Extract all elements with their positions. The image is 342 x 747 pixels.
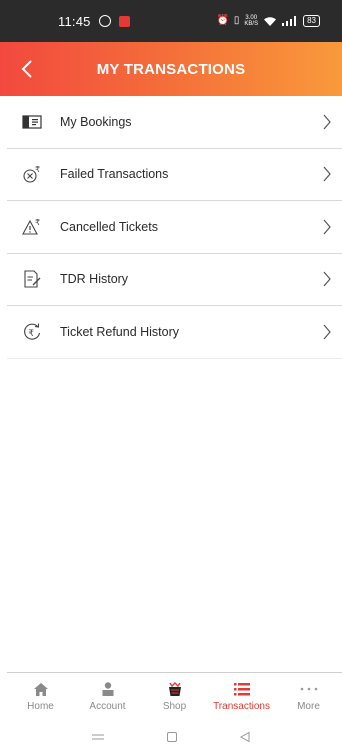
chevron-left-icon [21, 60, 32, 78]
network-speed: 3.00 KB/S [244, 15, 258, 27]
home-square-icon[interactable] [166, 731, 178, 743]
menu-item-ticket-refund-history[interactable]: ₹ Ticket Refund History [7, 306, 342, 359]
transactions-menu: My Bookings ₹ Failed Transactions ₹ Canc… [7, 96, 342, 359]
home-icon [33, 681, 48, 697]
menu-item-label: Ticket Refund History [60, 324, 180, 339]
menu-item-label: TDR History [60, 272, 129, 287]
cancelled-warning-icon: ₹ [21, 216, 43, 238]
rupee-refund-icon: ₹ [21, 321, 43, 343]
menu-item-label: Failed Transactions [60, 167, 169, 182]
svg-text:₹: ₹ [35, 165, 40, 174]
chevron-right-icon [323, 271, 331, 287]
back-triangle-icon[interactable] [239, 731, 251, 743]
menu-item-my-bookings[interactable]: My Bookings [7, 96, 342, 149]
chevron-right-icon [323, 324, 331, 340]
nav-label: Transactions [213, 701, 270, 712]
nav-shop[interactable]: Shop [144, 681, 206, 712]
nav-home[interactable]: Home [10, 681, 72, 712]
status-bar: 11:45 ⏰ ▯ 3.00 KB/S 83 [0, 0, 342, 42]
nav-label: Account [89, 701, 126, 712]
chevron-right-icon [323, 114, 331, 130]
menu-item-cancelled-tickets[interactable]: ₹ Cancelled Tickets [7, 201, 342, 254]
notification-app-icon [118, 15, 130, 27]
chevron-right-icon [323, 166, 331, 182]
status-right: ⏰ ▯ 3.00 KB/S 83 [216, 15, 320, 27]
alarm-icon: ⏰ [216, 15, 229, 26]
page-title: MY TRANSACTIONS [96, 60, 246, 78]
svg-text:₹: ₹ [28, 329, 34, 339]
document-edit-icon [21, 268, 43, 290]
whatsapp-icon [98, 15, 111, 27]
status-time: 11:45 [58, 13, 91, 29]
signal-icon [282, 16, 297, 26]
list-icon [233, 681, 250, 697]
nav-label: Shop [162, 701, 187, 712]
menu-item-tdr-history[interactable]: TDR History [7, 254, 342, 306]
system-navigation [0, 727, 342, 747]
wifi-icon [264, 16, 277, 26]
svg-text:₹: ₹ [35, 218, 40, 227]
chevron-right-icon [323, 219, 331, 235]
menu-item-label: My Bookings [60, 114, 132, 129]
nav-more[interactable]: More [278, 681, 340, 712]
failed-rupee-icon: ₹ [21, 163, 43, 185]
nav-label: More [297, 701, 320, 712]
network-speed-unit: KB/S [244, 21, 259, 27]
back-button[interactable] [18, 56, 36, 82]
menu-item-failed-transactions[interactable]: ₹ Failed Transactions [7, 149, 342, 201]
more-dots-icon [300, 681, 318, 697]
person-icon [102, 681, 114, 697]
nav-label: Home [27, 701, 54, 712]
ticket-icon [21, 111, 43, 133]
recent-apps-icon[interactable] [91, 732, 105, 742]
status-left: 11:45 [58, 14, 130, 29]
battery-indicator: 83 [303, 15, 320, 27]
menu-item-label: Cancelled Tickets [60, 219, 158, 234]
nav-transactions[interactable]: Transactions [211, 681, 273, 712]
app-header: MY TRANSACTIONS [0, 42, 342, 96]
vibrate-icon: ▯ [233, 15, 240, 26]
shop-icon [167, 681, 183, 697]
bottom-navigation: Home Account Shop Transactions More [7, 672, 342, 718]
nav-account[interactable]: Account [77, 681, 139, 712]
